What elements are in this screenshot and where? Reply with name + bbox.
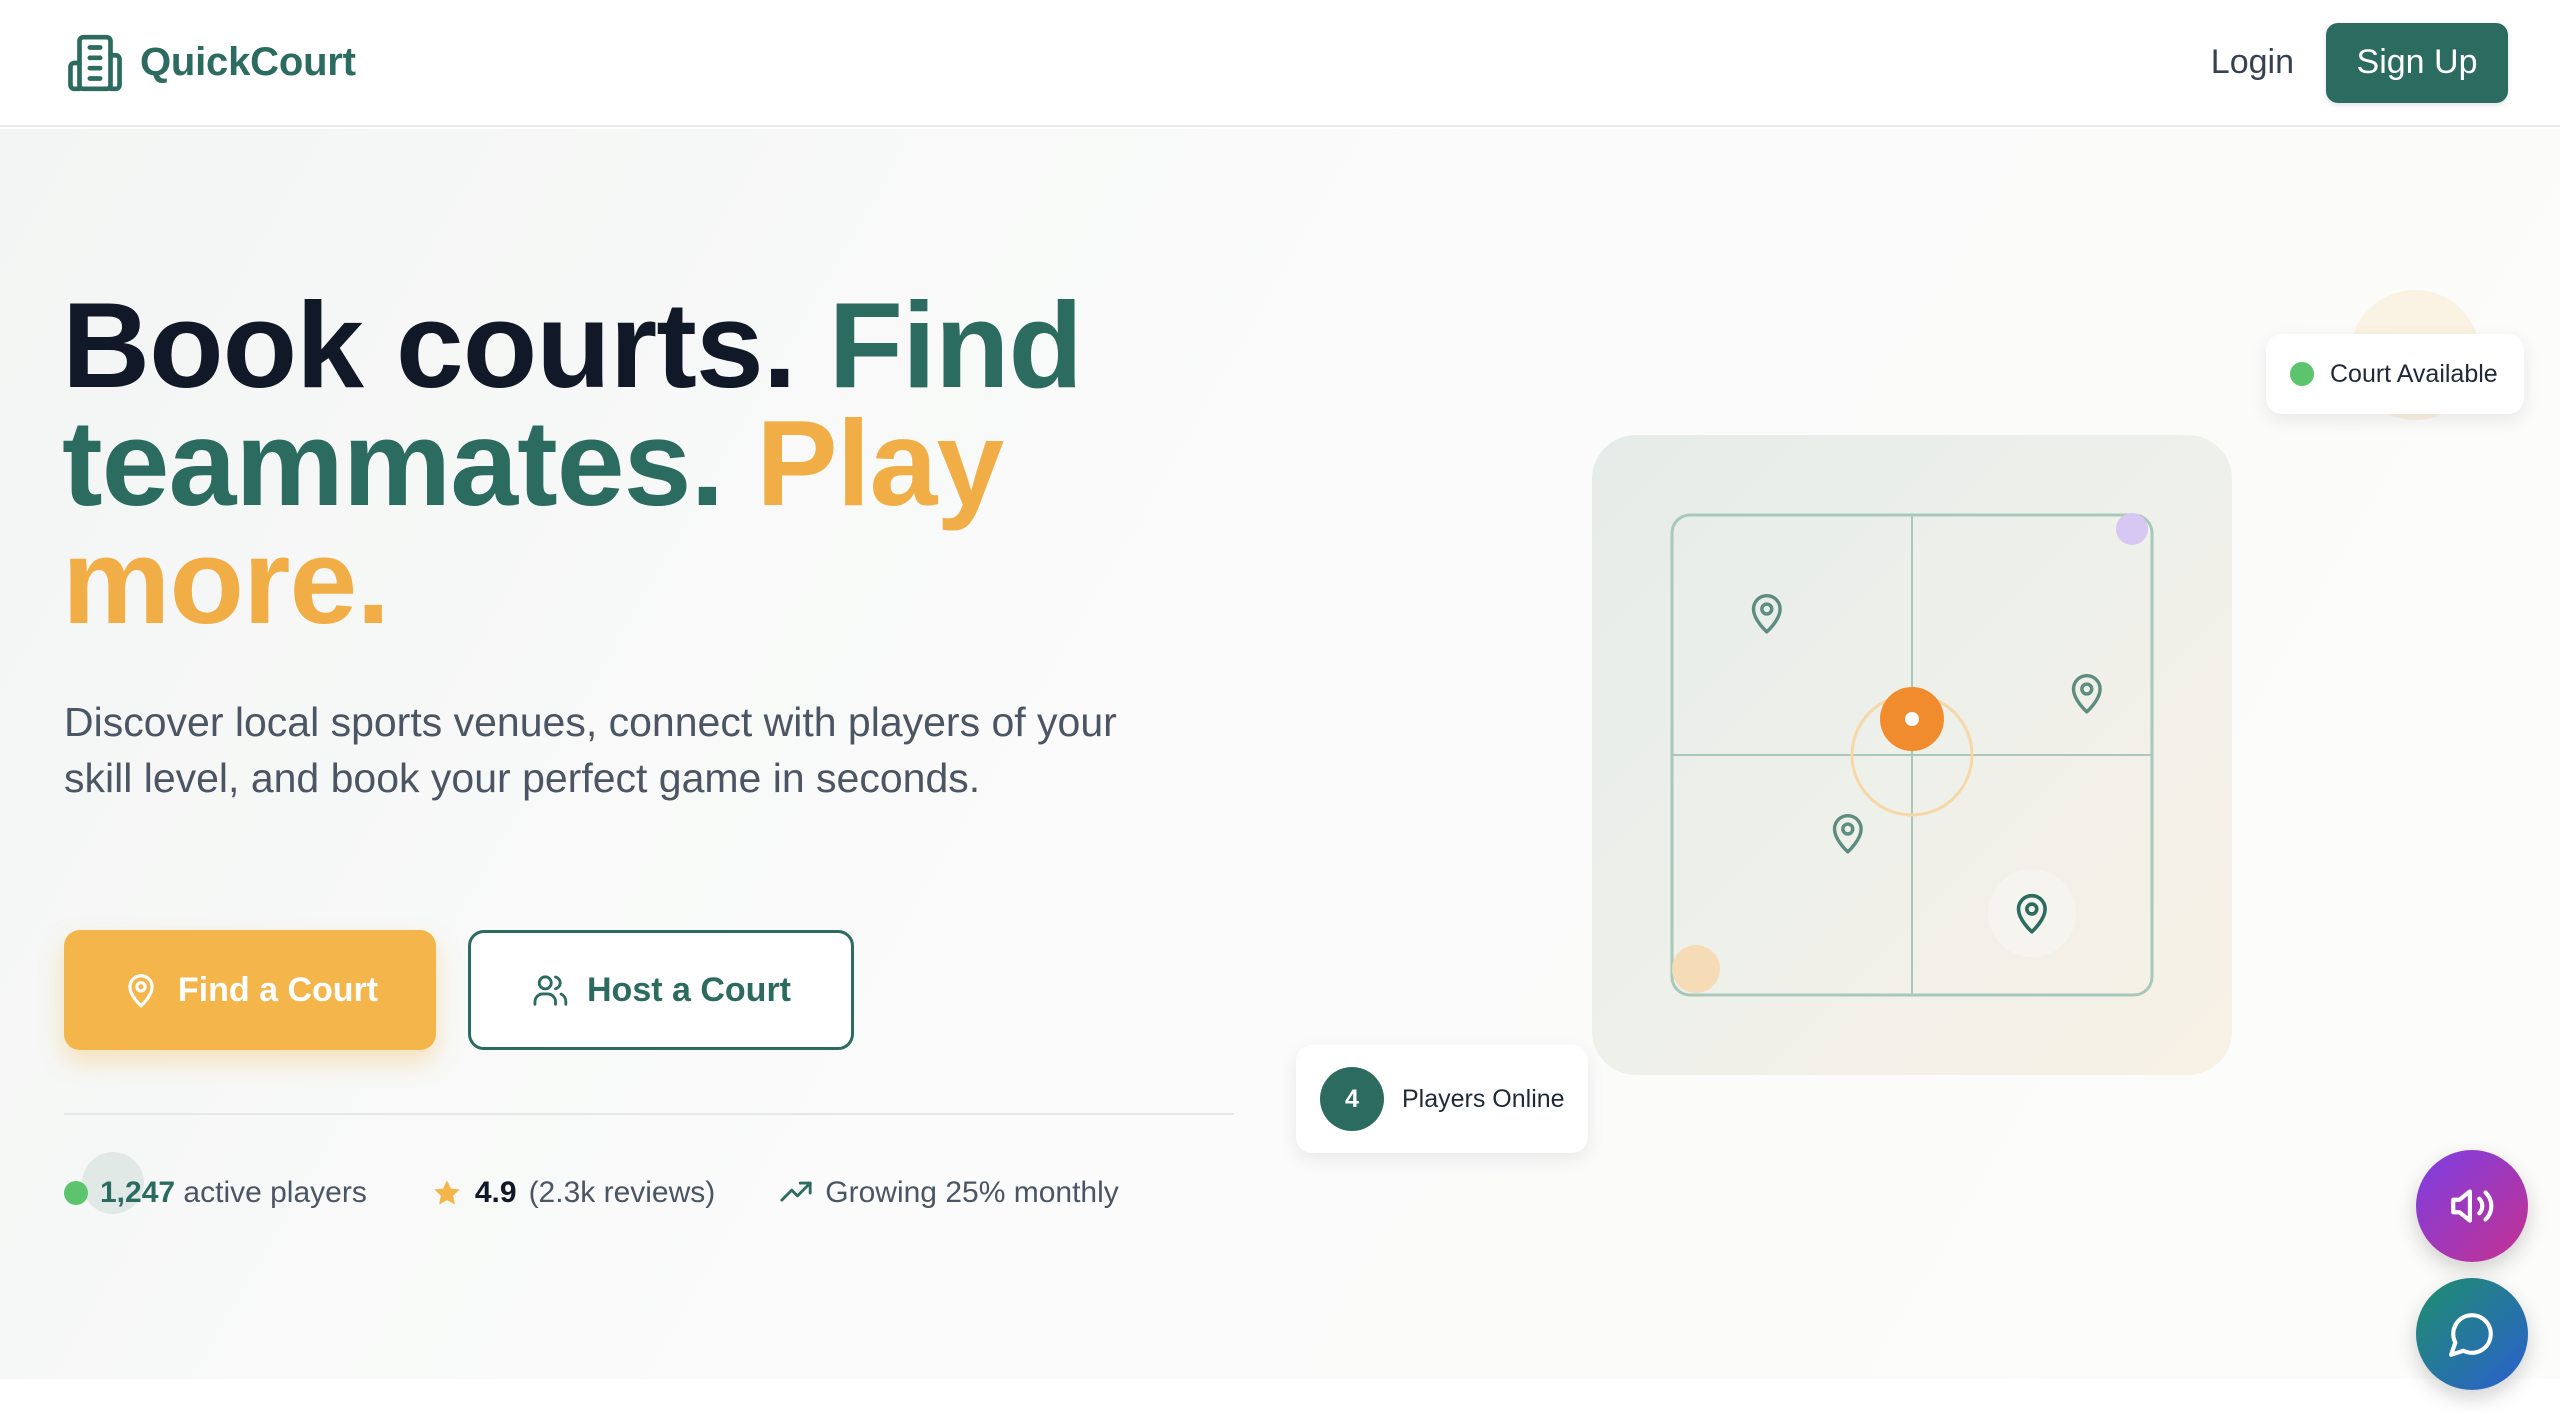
page: QuickCourt Login Sign Up Book courts. Fi… bbox=[0, 0, 2560, 1414]
host-court-button[interactable]: Host a Court bbox=[468, 930, 854, 1050]
star-icon bbox=[434, 1180, 460, 1205]
hero-subtitle: Discover local sports venues, connect wi… bbox=[64, 699, 1117, 801]
players-count: 1,247 bbox=[100, 1176, 176, 1209]
court-map[interactable] bbox=[1592, 435, 2232, 1075]
auth-nav: Login Sign Up bbox=[2211, 22, 2508, 103]
court-available-badge: Court Available bbox=[2266, 334, 2524, 414]
find-court-label: Find a Court bbox=[177, 970, 379, 1009]
growth-text: Growing 25% monthly bbox=[825, 1176, 1119, 1209]
chat-bubble-icon bbox=[2449, 1313, 2493, 1357]
stat-rating: 4.9 (2.3k reviews) bbox=[431, 1176, 715, 1210]
host-court-label: Host a Court bbox=[587, 970, 791, 1009]
building-icon bbox=[68, 34, 122, 91]
users-icon bbox=[533, 975, 568, 1006]
hero-bottom-strip bbox=[0, 1379, 2560, 1414]
reviews-count: (2.3k reviews) bbox=[528, 1176, 716, 1209]
hero-headline: Book courts. Find teammates. Play more. bbox=[62, 284, 1162, 642]
map-pin-icon bbox=[1751, 594, 1782, 634]
map-pin-icon bbox=[128, 974, 154, 1008]
online-dot-icon bbox=[64, 1181, 88, 1205]
court-available-label: Court Available bbox=[2330, 359, 2498, 388]
chat-button[interactable] bbox=[2416, 1278, 2528, 1390]
court-map-graphic bbox=[1670, 513, 2154, 997]
top-nav: QuickCourt Login Sign Up bbox=[0, 0, 2560, 127]
stat-growth: Growing 25% monthly bbox=[779, 1176, 1119, 1210]
audio-button[interactable] bbox=[2416, 1150, 2528, 1262]
trending-up-icon bbox=[780, 1181, 812, 1202]
headline-part-1: Book courts. bbox=[62, 277, 829, 413]
rating-value: 4.9 bbox=[474, 1176, 517, 1209]
players-online-badge: 4 Players Online bbox=[1296, 1045, 1588, 1153]
map-pin-icon bbox=[1832, 814, 1863, 854]
signup-button[interactable]: Sign Up bbox=[2326, 22, 2508, 103]
stats-row: 1,247 active players 4.9 (2.3k reviews) … bbox=[64, 1176, 1183, 1210]
divider bbox=[64, 1113, 1234, 1115]
brand[interactable]: QuickCourt bbox=[64, 32, 356, 94]
login-button[interactable]: Login bbox=[2211, 43, 2294, 82]
map-pin-icon bbox=[2071, 674, 2102, 714]
speaker-icon bbox=[2451, 1189, 2494, 1223]
stat-active-players: 1,247 active players bbox=[64, 1176, 367, 1210]
players-online-label: Players Online bbox=[1402, 1084, 1565, 1113]
brand-name: QuickCourt bbox=[140, 40, 356, 84]
find-court-button[interactable]: Find a Court bbox=[64, 930, 436, 1050]
status-dot-icon bbox=[2290, 362, 2314, 386]
players-text: active players bbox=[183, 1176, 367, 1209]
players-online-count: 4 bbox=[1320, 1067, 1384, 1131]
